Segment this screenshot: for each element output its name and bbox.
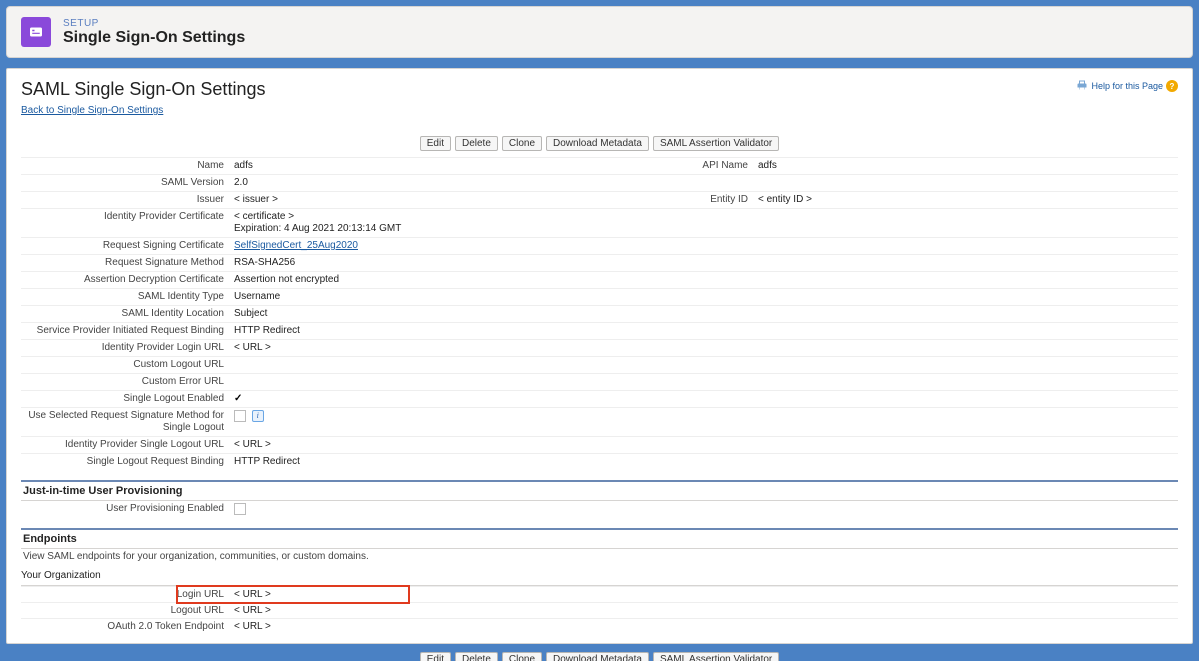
value-slo-binding: HTTP Redirect — [230, 453, 654, 470]
label-issuer: Issuer — [21, 191, 230, 208]
value-api-name: adfs — [754, 157, 1178, 174]
value-custom-logout — [230, 356, 654, 373]
label-req-sig-method: Request Signature Method — [21, 254, 230, 271]
value-login-url: < URL > — [230, 586, 1178, 602]
label-req-sign-cert: Request Signing Certificate — [21, 237, 230, 254]
help-text: Help for this Page — [1091, 81, 1163, 91]
value-single-logout-enabled — [230, 390, 654, 407]
value-idp-slo-url: < URL > — [230, 436, 654, 453]
saml-validator-button[interactable]: SAML Assertion Validator — [653, 652, 779, 661]
help-link[interactable]: Help for this Page ? — [1076, 79, 1178, 93]
page-title: SAML Single Sign-On Settings — [21, 79, 265, 100]
value-use-selected-sig: i — [230, 407, 654, 436]
value-logout-url: < URL > — [230, 602, 1178, 618]
edit-button[interactable]: Edit — [420, 652, 451, 661]
delete-button[interactable]: Delete — [455, 652, 498, 661]
label-slo-binding: Single Logout Request Binding — [21, 453, 230, 470]
label-idp-slo-url: Identity Provider Single Logout URL — [21, 436, 230, 453]
detail-grid: Name adfs API Name adfs SAML Version 2.0… — [21, 157, 1178, 470]
section-endpoints-header: Endpoints — [21, 528, 1178, 549]
endpoints-description: View SAML endpoints for your organizatio… — [21, 549, 1178, 568]
label-saml-id-loc: SAML Identity Location — [21, 305, 230, 322]
print-icon — [1076, 79, 1088, 93]
value-issuer: < issuer > — [230, 191, 654, 208]
clone-button[interactable]: Clone — [502, 136, 542, 151]
label-custom-error: Custom Error URL — [21, 373, 230, 390]
label-single-logout-enabled: Single Logout Enabled — [21, 390, 230, 407]
content-card: SAML Single Sign-On Settings Back to Sin… — [6, 68, 1193, 644]
section-jit-header: Just-in-time User Provisioning — [21, 480, 1178, 501]
label-saml-version: SAML Version — [21, 174, 230, 191]
req-sign-cert-link[interactable]: SelfSignedCert_25Aug2020 — [234, 240, 358, 251]
value-sp-binding: HTTP Redirect — [230, 322, 654, 339]
label-jit-enabled: User Provisioning Enabled — [21, 501, 230, 518]
value-name: adfs — [230, 157, 654, 174]
label-custom-logout: Custom Logout URL — [21, 356, 230, 373]
value-jit-enabled — [230, 501, 654, 518]
label-assert-decrypt: Assertion Decryption Certificate — [21, 271, 230, 288]
saml-validator-button[interactable]: SAML Assertion Validator — [653, 136, 779, 151]
label-entity-id: Entity ID — [654, 191, 754, 208]
button-row-bottom: Edit Delete Clone Download Metadata SAML… — [21, 652, 1178, 661]
back-link[interactable]: Back to Single Sign-On Settings — [21, 105, 163, 116]
value-saml-id-type: Username — [230, 288, 654, 305]
label-sp-binding: Service Provider Initiated Request Bindi… — [21, 322, 230, 339]
label-idp-login-url: Identity Provider Login URL — [21, 339, 230, 356]
checkbox-unchecked-icon — [234, 410, 246, 422]
label-saml-id-type: SAML Identity Type — [21, 288, 230, 305]
label-name: Name — [21, 157, 230, 174]
download-metadata-button[interactable]: Download Metadata — [546, 652, 649, 661]
button-row-top: Edit Delete Clone Download Metadata SAML… — [21, 136, 1178, 151]
value-oauth: < URL > — [230, 618, 1178, 634]
value-assert-decrypt: Assertion not encrypted — [230, 271, 654, 288]
info-icon[interactable]: i — [252, 410, 264, 422]
header-title: Single Sign-On Settings — [63, 29, 245, 47]
checkbox-unchecked-icon — [234, 503, 246, 515]
endpoints-your-org: Your Organization — [21, 568, 1178, 586]
delete-button[interactable]: Delete — [455, 136, 498, 151]
idp-cert-line2: Expiration: 4 Aug 2021 20:13:14 GMT — [234, 223, 401, 234]
value-req-sig-method: RSA-SHA256 — [230, 254, 654, 271]
download-metadata-button[interactable]: Download Metadata — [546, 136, 649, 151]
sso-card-icon — [21, 17, 51, 47]
clone-button[interactable]: Clone — [502, 652, 542, 661]
value-req-sign-cert: SelfSignedCert_25Aug2020 — [230, 237, 654, 254]
value-saml-version: 2.0 — [230, 174, 654, 191]
label-use-selected-sig: Use Selected Request Signature Method fo… — [21, 407, 230, 436]
endpoint-grid: Login URL < URL > Logout URL < URL > OAu… — [21, 586, 1178, 634]
header-eyebrow: SETUP — [63, 18, 245, 29]
label-idp-cert: Identity Provider Certificate — [21, 208, 230, 237]
page-header: SETUP Single Sign-On Settings — [6, 6, 1193, 58]
value-saml-id-loc: Subject — [230, 305, 654, 322]
value-idp-cert: < certificate > Expiration: 4 Aug 2021 2… — [230, 208, 654, 237]
label-login-url: Login URL — [21, 586, 230, 602]
idp-cert-line1: < certificate > — [234, 211, 294, 222]
label-logout-url: Logout URL — [21, 602, 230, 618]
label-oauth: OAuth 2.0 Token Endpoint — [21, 618, 230, 634]
value-custom-error — [230, 373, 654, 390]
edit-button[interactable]: Edit — [420, 136, 451, 151]
value-entity-id: < entity ID > — [754, 191, 1178, 208]
check-icon — [234, 393, 242, 404]
value-idp-login-url: < URL > — [230, 339, 654, 356]
help-icon: ? — [1166, 80, 1178, 92]
label-api-name: API Name — [654, 157, 754, 174]
